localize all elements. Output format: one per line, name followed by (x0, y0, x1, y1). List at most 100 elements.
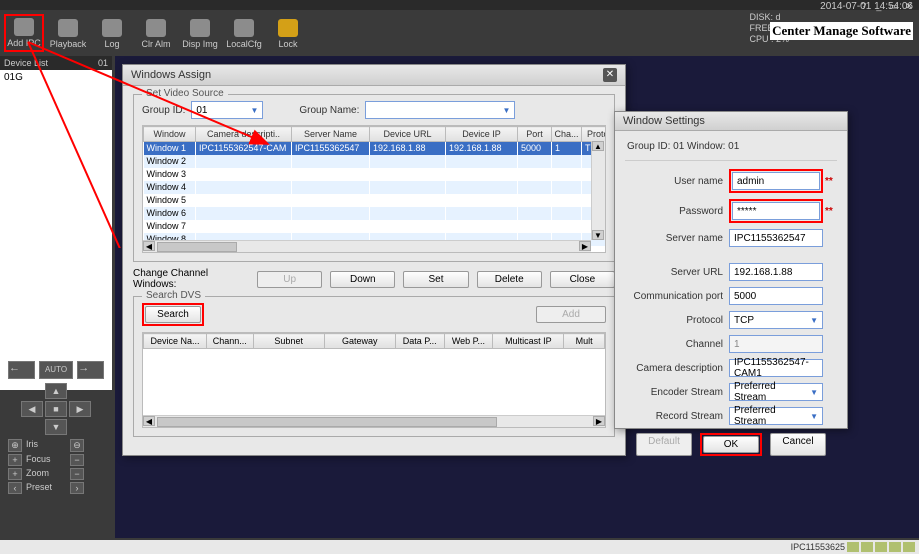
encoder-stream-select[interactable]: Preferred Stream▼ (729, 383, 823, 401)
close-icon[interactable]: ✕ (603, 68, 617, 82)
add-ipc-button[interactable]: Add IPC (4, 14, 44, 52)
group-id-label: Group ID: (142, 105, 185, 116)
playback-icon (58, 19, 78, 37)
change-channel-windows-label: Change Channel Windows: (133, 268, 249, 290)
window-titlebar: ? _ ▭ ✕ (0, 0, 919, 10)
windows-assign-title: Windows Assign (131, 69, 211, 81)
table-row[interactable]: Window 3 (144, 168, 607, 181)
local-config-button[interactable]: LocalCfg (224, 14, 264, 52)
group-id-select[interactable]: 01▼ (191, 101, 263, 119)
device-list[interactable]: 01G (0, 70, 112, 390)
default-button[interactable]: Default (636, 433, 692, 456)
cancel-button[interactable]: Cancel (770, 433, 826, 456)
status-device: IPC11553625 (791, 542, 845, 552)
required-icon: ** (825, 176, 837, 187)
tray-icon[interactable] (861, 542, 873, 552)
add-button[interactable]: Add (536, 306, 606, 323)
user-name-input[interactable]: admin (732, 172, 820, 190)
table-row[interactable]: Window 5 (144, 194, 607, 207)
window-settings-dialog: Window Settings Group ID: 01 Window: 01 … (614, 111, 848, 429)
ptz-left-button[interactable]: ◀ (21, 401, 43, 417)
ptz-panel: ←AUTO→ ▲ ◀■▶ ▼ ⊕Iris⊖ +Focus− +Zoom− ‹Pr… (8, 361, 104, 496)
ptz-down-button[interactable]: ▼ (45, 419, 67, 435)
table-row[interactable]: Window 2 (144, 155, 607, 168)
display-image-icon (190, 19, 210, 37)
add-ipc-icon (14, 18, 34, 36)
tray-icon[interactable] (903, 542, 915, 552)
window-settings-titlebar[interactable]: Window Settings (615, 112, 847, 131)
channel-input: 1 (729, 335, 823, 353)
clock: 2014-07-01 14:54:06 (820, 1, 913, 12)
iris-close-button[interactable]: ⊖ (70, 439, 84, 452)
protocol-select[interactable]: TCP▼ (729, 311, 823, 329)
preset-prev-button[interactable]: ‹ (8, 482, 22, 494)
server-name-input[interactable]: IPC1155362547 (729, 229, 823, 247)
log-icon (102, 19, 122, 37)
window-settings-title: Window Settings (623, 115, 705, 127)
left-sidebar: Device List01 01G ←AUTO→ ▲ ◀■▶ ▼ ⊕Iris⊖ … (0, 56, 112, 554)
group-name-label: Group Name: (299, 105, 359, 116)
ok-button[interactable]: OK (703, 436, 759, 453)
lock-button[interactable]: Lock (268, 14, 308, 52)
camera-description-input[interactable]: IPC1155362547-CAM1 (729, 359, 823, 377)
tray-icon[interactable] (889, 542, 901, 552)
iris-open-button[interactable]: ⊕ (8, 439, 22, 452)
tray-icon[interactable] (847, 542, 859, 552)
device-list-item[interactable]: 01G (4, 72, 23, 83)
up-button[interactable]: Up (257, 271, 322, 288)
ptz-center-button[interactable]: ■ (45, 401, 67, 417)
table-row[interactable]: Window 7 (144, 220, 607, 233)
set-video-source-legend: Set Video Source (142, 88, 228, 99)
clear-alarm-icon (146, 19, 166, 37)
window-table[interactable]: Window Camera descripti.. Server Name De… (142, 125, 606, 253)
horizontal-scrollbar[interactable]: ◀▶ (143, 240, 591, 252)
group-name-select[interactable]: ▼ (365, 101, 515, 119)
delete-button[interactable]: Delete (477, 271, 542, 288)
table-row[interactable]: Window 4 (144, 181, 607, 194)
required-icon: ** (825, 206, 837, 217)
playback-button[interactable]: Playback (48, 14, 88, 52)
comm-port-input[interactable]: 5000 (729, 287, 823, 305)
horizontal-scrollbar[interactable]: ◀▶ (143, 415, 605, 427)
chevron-down-icon: ▼ (810, 316, 818, 325)
window-settings-header: Group ID: 01 Window: 01 (625, 139, 837, 161)
main-toolbar: Add IPC Playback Log Clr Alm Disp Img Lo… (4, 14, 308, 52)
chevron-down-icon: ▼ (250, 106, 258, 115)
focus-plus-button[interactable]: + (8, 454, 22, 466)
record-stream-select[interactable]: Preferred Stream▼ (729, 407, 823, 425)
close-button[interactable]: Close (550, 271, 615, 288)
app-title: Center Manage Software (770, 22, 913, 40)
chevron-down-icon: ▼ (502, 106, 510, 115)
windows-assign-dialog: Windows Assign ✕ Set Video Source Group … (122, 64, 626, 456)
zoom-out-button[interactable]: − (70, 468, 84, 480)
ptz-auto-button[interactable]: AUTO (39, 361, 73, 379)
device-list-header: Device List01 (0, 56, 112, 70)
table-row[interactable]: Window 1IPC1155362547-CAMIPC115536254719… (144, 142, 607, 155)
server-url-input[interactable]: 192.168.1.88 (729, 263, 823, 281)
ptz-up-button[interactable]: ▲ (45, 383, 67, 399)
windows-assign-titlebar[interactable]: Windows Assign ✕ (123, 65, 625, 86)
clear-alarm-button[interactable]: Clr Alm (136, 14, 176, 52)
table-row[interactable]: Window 6 (144, 207, 607, 220)
vertical-scrollbar[interactable]: ▲▼ (591, 141, 605, 240)
down-button[interactable]: Down (330, 271, 395, 288)
ptz-right-button[interactable]: ▶ (69, 401, 91, 417)
preset-next-button[interactable]: › (70, 482, 84, 494)
status-bar: IPC11553625 (0, 540, 919, 554)
password-input[interactable]: ***** (732, 202, 820, 220)
zoom-in-button[interactable]: + (8, 468, 22, 480)
display-image-button[interactable]: Disp Img (180, 14, 220, 52)
log-button[interactable]: Log (92, 14, 132, 52)
set-button[interactable]: Set (403, 271, 468, 288)
ptz-prev-button[interactable]: ← (8, 361, 35, 379)
local-config-icon (234, 19, 254, 37)
search-dvs-legend: Search DVS (142, 290, 205, 301)
search-button[interactable]: Search (145, 306, 201, 323)
dvs-table[interactable]: Device Na... Chann... Subnet Gateway Dat… (142, 332, 606, 428)
focus-minus-button[interactable]: − (70, 454, 84, 466)
chevron-down-icon: ▼ (810, 412, 818, 421)
chevron-down-icon: ▼ (810, 388, 818, 397)
tray-icon[interactable] (875, 542, 887, 552)
lock-icon (278, 19, 298, 37)
ptz-next-button[interactable]: → (77, 361, 104, 379)
